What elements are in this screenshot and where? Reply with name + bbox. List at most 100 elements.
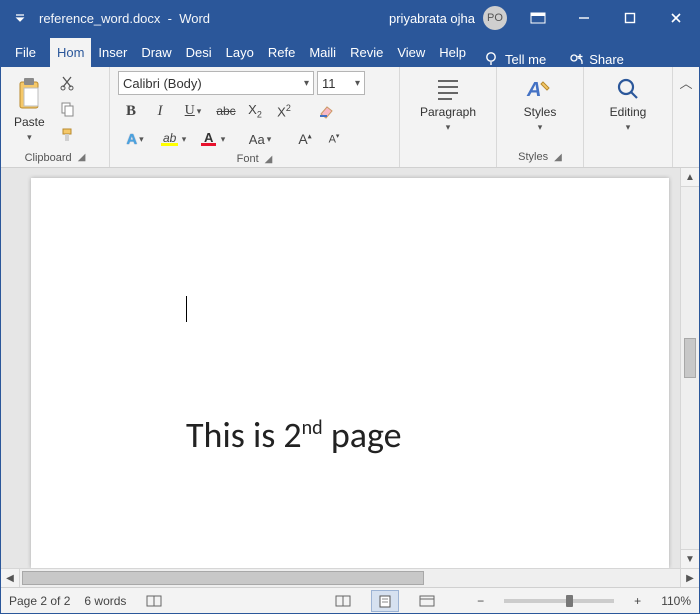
font-size-value: 11 bbox=[322, 76, 336, 91]
tab-help[interactable]: Help bbox=[432, 38, 473, 67]
scroll-thumb[interactable] bbox=[684, 338, 696, 378]
editing-label: Editing bbox=[610, 105, 647, 119]
minimize-button[interactable] bbox=[561, 1, 607, 35]
text-effects-button[interactable]: A▾ bbox=[118, 127, 152, 151]
cut-icon bbox=[59, 75, 75, 91]
vertical-scrollbar[interactable]: ▲ ▼ bbox=[680, 168, 699, 568]
format-painter-button[interactable] bbox=[54, 123, 80, 147]
bold-button[interactable]: B bbox=[118, 99, 144, 123]
styles-button[interactable]: A Styles ▾ bbox=[519, 71, 562, 147]
zoom-knob[interactable] bbox=[566, 595, 573, 607]
group-styles: A Styles ▾ Styles◢ bbox=[497, 67, 584, 167]
read-mode-icon bbox=[334, 594, 352, 608]
paragraph-button[interactable]: Paragraph ▾ bbox=[415, 71, 481, 147]
tab-view[interactable]: View bbox=[390, 38, 432, 67]
font-color-button[interactable]: A▾ bbox=[194, 127, 230, 151]
web-layout-button[interactable] bbox=[413, 590, 441, 612]
read-mode-button[interactable] bbox=[329, 590, 357, 612]
tab-file[interactable]: File bbox=[1, 38, 50, 67]
scroll-thumb[interactable] bbox=[22, 571, 424, 585]
zoom-level[interactable]: 110% bbox=[661, 594, 691, 608]
tab-review[interactable]: Revie bbox=[343, 38, 390, 67]
italic-button[interactable]: I bbox=[147, 99, 173, 123]
clear-formatting-button[interactable] bbox=[313, 99, 339, 123]
tab-mailings[interactable]: Maili bbox=[302, 38, 343, 67]
close-button[interactable] bbox=[653, 1, 699, 35]
scroll-track[interactable] bbox=[20, 569, 680, 587]
chevron-down-icon: ▾ bbox=[304, 78, 309, 89]
status-bar: Page 2 of 2 6 words − + 110% bbox=[1, 587, 699, 613]
avatar: PO bbox=[483, 6, 507, 30]
tab-layout[interactable]: Layo bbox=[219, 38, 261, 67]
maximize-button[interactable] bbox=[607, 1, 653, 35]
format-painter-icon bbox=[59, 127, 75, 143]
paragraph-label: Paragraph bbox=[420, 105, 476, 119]
scroll-left-button[interactable]: ◀ bbox=[1, 569, 20, 587]
copy-button[interactable] bbox=[54, 97, 80, 121]
superscript-button[interactable]: X2 bbox=[271, 99, 297, 123]
underline-button[interactable]: U▾ bbox=[176, 99, 210, 123]
word-count[interactable]: 6 words bbox=[84, 594, 126, 608]
cut-button[interactable] bbox=[54, 71, 80, 95]
subscript-button[interactable]: X2 bbox=[242, 99, 268, 123]
tab-design[interactable]: Desi bbox=[179, 38, 219, 67]
proofing-button[interactable] bbox=[140, 590, 168, 612]
share-label: Share bbox=[589, 52, 624, 67]
zoom-out-button[interactable]: − bbox=[477, 594, 484, 608]
zoom-slider[interactable] bbox=[504, 599, 614, 603]
lightbulb-icon bbox=[483, 51, 499, 67]
tell-me[interactable]: Tell me bbox=[473, 51, 556, 67]
chevron-down-icon: ▾ bbox=[355, 78, 360, 89]
horizontal-scrollbar[interactable]: ◀ ▶ bbox=[1, 568, 699, 587]
scroll-up-button[interactable]: ▲ bbox=[681, 168, 699, 187]
user-name: priyabrata ojha bbox=[389, 11, 475, 26]
dialog-launcher-icon[interactable]: ◢ bbox=[265, 154, 273, 165]
editing-button[interactable]: Editing ▾ bbox=[605, 71, 652, 147]
font-size-combo[interactable]: 11 ▾ bbox=[317, 71, 365, 95]
chevron-up-icon: ︿ bbox=[679, 73, 692, 92]
account-area[interactable]: priyabrata ojha PO bbox=[389, 6, 507, 30]
share-icon bbox=[568, 51, 584, 67]
svg-text:ab: ab bbox=[163, 131, 177, 145]
dialog-launcher-icon[interactable]: ◢ bbox=[78, 152, 86, 163]
page-indicator[interactable]: Page 2 of 2 bbox=[9, 594, 70, 608]
tab-draw[interactable]: Draw bbox=[134, 38, 178, 67]
ribbon-display-options[interactable] bbox=[515, 1, 561, 35]
scroll-right-button[interactable]: ▶ bbox=[680, 569, 699, 587]
group-label: Font bbox=[237, 153, 259, 165]
styles-icon: A bbox=[525, 76, 555, 102]
tab-references[interactable]: Refe bbox=[261, 38, 302, 67]
tab-home[interactable]: Hom bbox=[50, 38, 91, 67]
qat-customize[interactable] bbox=[1, 11, 39, 25]
group-label: Clipboard bbox=[25, 152, 72, 164]
page[interactable]: This is 2nd page bbox=[31, 178, 669, 568]
grow-font-button[interactable]: A▴ bbox=[292, 127, 318, 151]
web-layout-icon bbox=[418, 594, 436, 608]
chevron-down-icon: ▾ bbox=[446, 122, 451, 133]
chevron-down-icon: ▾ bbox=[27, 132, 32, 143]
app-name: Word bbox=[179, 11, 210, 26]
svg-text:A: A bbox=[204, 130, 214, 145]
group-font: Calibri (Body)▾ 11▾ B I U▾ abc X2 X2 A▾ … bbox=[110, 67, 400, 167]
document-area: This is 2nd page ▲ ▼ bbox=[1, 168, 699, 568]
page-content: This is 2nd page bbox=[186, 413, 402, 457]
shrink-font-button[interactable]: A▾ bbox=[321, 127, 347, 151]
text-cursor bbox=[186, 296, 187, 322]
ribbon-tabs: File Hom Inser Draw Desi Layo Refe Maili… bbox=[1, 35, 699, 67]
highlight-button[interactable]: ab▾ bbox=[155, 127, 191, 151]
titlebar: reference_word.docx - Word priyabrata oj… bbox=[1, 1, 699, 35]
change-case-button[interactable]: Aa▾ bbox=[242, 127, 278, 151]
zoom-in-button[interactable]: + bbox=[634, 594, 641, 608]
strikethrough-button[interactable]: abc bbox=[213, 99, 239, 123]
font-color-icon: A bbox=[199, 130, 221, 148]
tab-insert[interactable]: Inser bbox=[91, 38, 134, 67]
scroll-down-button[interactable]: ▼ bbox=[681, 549, 699, 568]
paste-button[interactable]: Paste ▾ bbox=[9, 71, 50, 148]
print-layout-button[interactable] bbox=[371, 590, 399, 612]
svg-text:A: A bbox=[526, 79, 541, 101]
collapse-ribbon-button[interactable]: ︿ bbox=[672, 67, 699, 167]
font-name-combo[interactable]: Calibri (Body)▾ bbox=[118, 71, 314, 95]
paragraph-icon bbox=[434, 76, 462, 102]
dialog-launcher-icon[interactable]: ◢ bbox=[554, 152, 562, 163]
share-button[interactable]: Share bbox=[556, 51, 636, 67]
